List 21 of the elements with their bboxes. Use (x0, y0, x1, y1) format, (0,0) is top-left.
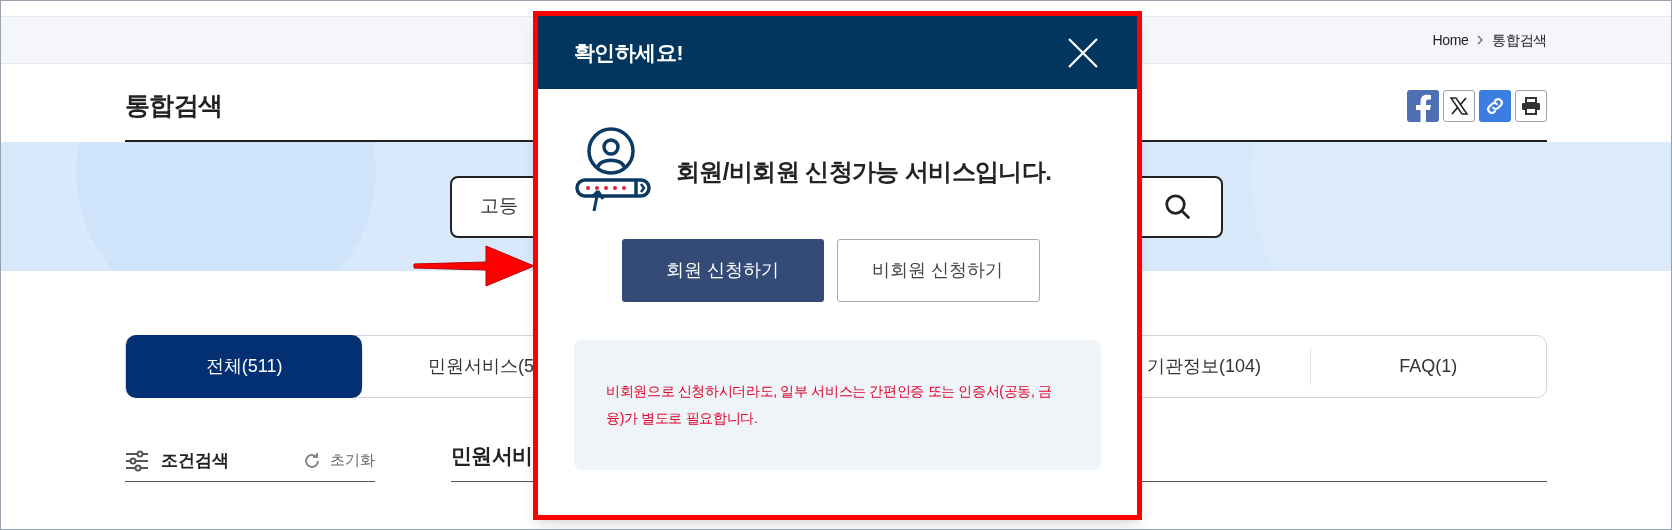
breadcrumb-link[interactable]: Home (1432, 29, 1469, 51)
reset-button[interactable]: 초기화 (302, 449, 375, 472)
x-logo-icon[interactable] (1443, 90, 1475, 122)
notice-text: 비회원으로 신청하시더라도, 일부 서비스는 간편인증 또는 인증서(공동, 금융)가 별도로 필요합니다. (606, 382, 1053, 428)
breadcrumb-link[interactable]: 통합검색 (1492, 29, 1547, 51)
dialog-title: 확인하세요! (574, 39, 683, 66)
print-icon[interactable] (1515, 90, 1547, 122)
category-tab[interactable]: 전체(511) (126, 335, 363, 398)
facebook-icon[interactable] (1407, 90, 1439, 122)
guest-apply-button[interactable]: 비회원 신청하기 (836, 239, 1040, 302)
link-icon[interactable] (1479, 90, 1511, 122)
filter-title: 조건검색 (161, 449, 229, 472)
category-tab[interactable]: FAQ(1) (1309, 348, 1546, 385)
page-title: 통합검색 (125, 90, 223, 122)
search-icon[interactable] (1162, 191, 1193, 222)
sliders-icon (125, 449, 149, 472)
member-apply-button[interactable]: 회원 신청하기 (621, 239, 824, 302)
refresh-icon (302, 450, 322, 471)
chevron-right-icon (1476, 34, 1485, 46)
section-heading: 민원서비 (451, 444, 533, 467)
dialog-message: 회원/비회원 신청가능 서비스입니다. (676, 157, 1052, 187)
